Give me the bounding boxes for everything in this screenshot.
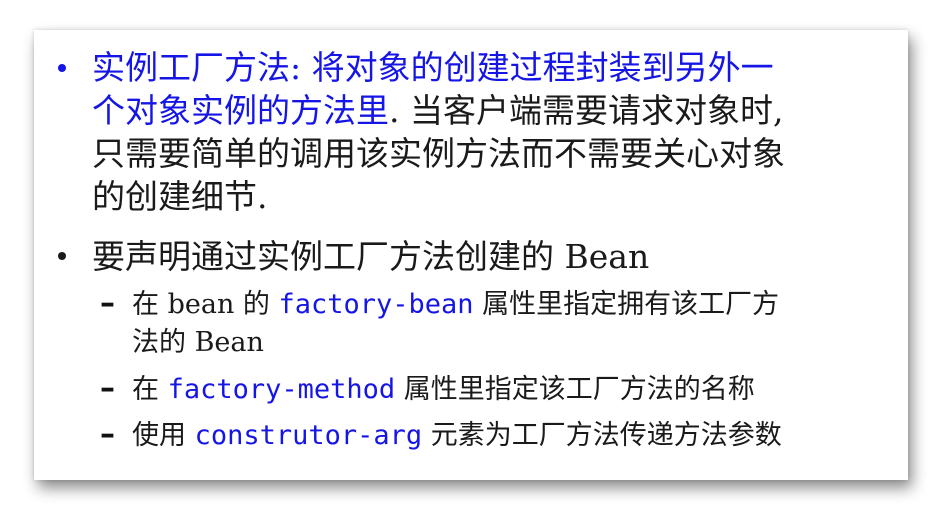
subitem-3-pre: 使用	[132, 420, 195, 451]
subitem-1: 在 bean 的 factory-bean 属性里指定拥有该工厂方	[132, 286, 779, 324]
subitem-2-pre: 在	[132, 374, 168, 405]
dash-2: –	[100, 371, 115, 406]
subitem-2-post: 属性里指定该工厂方法的名称	[395, 374, 755, 405]
bullet-1-line-1: 实例工厂方法: 将对象的创建过程封装到另外一	[92, 46, 774, 89]
bullet-1-highlight-a: 实例工厂方法: 将对象的创建过程封装到另外一	[92, 48, 774, 87]
bullet-1-highlight-b: 个对象实例的方法里	[92, 91, 389, 130]
dash-3: –	[100, 417, 115, 452]
bullet-2-text: 要声明通过实例工厂方法创建的 Bean	[92, 237, 650, 276]
subitem-1-continuation: 法的 Bean	[132, 327, 264, 358]
subitem-3-code: construtor-arg	[194, 420, 423, 451]
bullet-1-line-4: 的创建细节.	[92, 177, 268, 216]
subitem-3: 使用 construtor-arg 元素为工厂方法传递方法参数	[132, 417, 782, 455]
subitem-1-post: 属性里指定拥有该工厂方	[473, 289, 780, 320]
bullet-1-line-2: 个对象实例的方法里. 当客户端需要请求对象时,	[92, 89, 783, 132]
subitem-1-pre: 在 bean 的	[132, 289, 279, 320]
subitem-2: 在 factory-method 属性里指定该工厂方法的名称	[132, 371, 755, 409]
bullet-dot-1	[58, 64, 66, 72]
dash-1: –	[100, 286, 115, 321]
slide-card: 实例工厂方法: 将对象的创建过程封装到另外一 个对象实例的方法里. 当客户端需要…	[34, 30, 908, 480]
bullet-1-line-3: 只需要简单的调用该实例方法而不需要关心对象	[92, 134, 785, 173]
bullet-1-line-2-rest: . 当客户端需要请求对象时,	[389, 91, 784, 130]
subitem-3-post: 元素为工厂方法传递方法参数	[422, 420, 782, 451]
bullet-dot-2	[58, 252, 66, 260]
subitem-2-code: factory-method	[167, 374, 396, 405]
subitem-1-code: factory-bean	[278, 289, 474, 320]
